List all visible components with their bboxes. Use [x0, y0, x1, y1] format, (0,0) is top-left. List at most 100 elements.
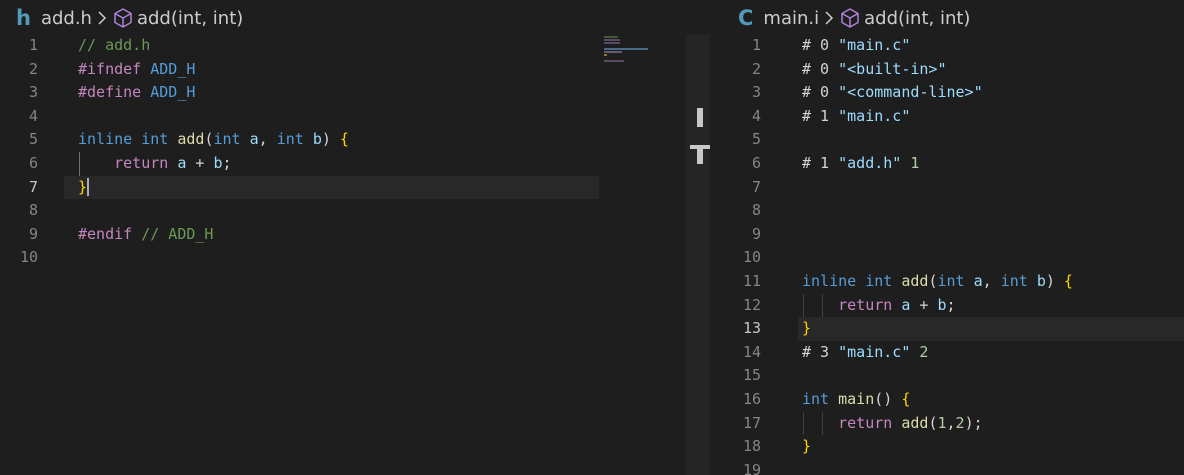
- code-token: # 0: [802, 36, 839, 54]
- code-token: ): [321, 130, 340, 149]
- code-line[interactable]: 4 # 1 "main.c": [710, 105, 1184, 129]
- current-line-highlight: [798, 317, 1184, 341]
- line-number: 9: [751, 224, 761, 243]
- line-number: 14: [742, 342, 761, 361]
- line-number: 19: [742, 460, 761, 475]
- breadcrumb: C main.i add(int, int): [738, 4, 970, 32]
- vertical-scrollbar[interactable]: [686, 34, 710, 475]
- current-line-highlight: [64, 175, 599, 200]
- code-token: +: [910, 295, 938, 314]
- code-token: # 0: [802, 83, 839, 102]
- code-token: "main.c": [838, 36, 911, 54]
- code-token: b: [312, 130, 322, 149]
- code-token: add: [901, 271, 929, 290]
- code-token: # 1: [802, 106, 839, 125]
- code-line[interactable]: 8: [0, 199, 710, 223]
- line-number: 13: [742, 319, 761, 338]
- code-line[interactable]: 9 #endif // ADD_H: [0, 223, 710, 247]
- code-line[interactable]: 17 return add(1,2);: [710, 411, 1184, 436]
- code-line[interactable]: 14 # 3 "main.c" 2: [710, 341, 1184, 365]
- code-token: 2: [955, 413, 965, 432]
- code-line[interactable]: 6 return a + b;: [0, 151, 710, 176]
- code-line[interactable]: 9: [710, 223, 1184, 247]
- line-number: 17: [742, 413, 761, 432]
- code-line[interactable]: 18}: [710, 435, 1184, 459]
- code-token: 1: [901, 153, 920, 172]
- code-line[interactable]: 19: [710, 459, 1184, 475]
- code-token: add: [901, 413, 929, 432]
- code-line[interactable]: 16 int main() {: [710, 388, 1184, 412]
- code-token: ,: [946, 413, 956, 432]
- code-text: # 0 "<command-line>": [802, 81, 983, 105]
- code-text: #endif // ADD_H: [78, 223, 213, 247]
- code-area-right[interactable]: 1 # 0 "main.c" 2 # 0 "<built-in>" 3 # 0 "<com…: [710, 34, 1184, 475]
- line-number: 18: [742, 437, 761, 456]
- code-line[interactable]: 3 # 0 "<command-line>": [710, 81, 1184, 105]
- code-text: # 0 "main.c": [802, 34, 910, 58]
- code-line[interactable]: 6 # 1 "add.h" 1: [710, 152, 1184, 176]
- code-line[interactable]: 15: [710, 364, 1184, 388]
- code-text: }: [802, 317, 811, 341]
- code-line[interactable]: 7}: [0, 175, 710, 200]
- code-token: "main.c": [838, 106, 911, 125]
- code-line[interactable]: 12 return a + b;: [710, 293, 1184, 318]
- line-number: 5: [28, 130, 38, 149]
- code-token: int: [1000, 271, 1028, 290]
- code-area-left[interactable]: 1 // add.h 2 #ifndef ADD_H 3 #define ADD_H 4 5 i…: [0, 34, 710, 270]
- code-line[interactable]: 5 inline int add(int a, int b) {: [0, 128, 710, 152]
- code-line[interactable]: 8: [710, 199, 1184, 223]
- minimap[interactable]: [604, 36, 648, 63]
- breadcrumb: h add.h add(int, int): [16, 4, 243, 32]
- code-token: }: [802, 437, 812, 456]
- code-line[interactable]: 4: [0, 105, 710, 129]
- code-line[interactable]: 1 # 0 "main.c": [710, 34, 1184, 58]
- code-line[interactable]: 3 #define ADD_H: [0, 81, 710, 105]
- line-number: 16: [742, 389, 761, 408]
- code-token: 2: [910, 342, 929, 361]
- line-number: 3: [28, 83, 38, 102]
- line-number: 4: [28, 106, 38, 125]
- code-line[interactable]: 7: [710, 176, 1184, 200]
- cube-icon: [839, 7, 861, 29]
- code-line[interactable]: 5: [710, 128, 1184, 152]
- code-text: return add(1,2);: [802, 412, 983, 436]
- code-text: #define ADD_H: [78, 81, 195, 105]
- code-token: 1: [937, 413, 947, 432]
- breadcrumb-symbol[interactable]: add(int, int): [137, 8, 243, 29]
- code-token: return: [114, 153, 169, 172]
- line-number: 8: [28, 201, 38, 220]
- code-token: ,: [258, 130, 277, 149]
- line-number: 2: [751, 59, 761, 78]
- code-token: #ifndef: [78, 59, 142, 78]
- line-number: 3: [751, 83, 761, 102]
- breadcrumb-file[interactable]: add.h: [41, 8, 92, 29]
- editor-pane-right: C main.i add(int, int) 1 # 0 "main.c" 2 # 0…: [710, 0, 1184, 475]
- code-line[interactable]: 10: [710, 246, 1184, 270]
- code-line[interactable]: 13}: [710, 317, 1184, 341]
- code-token: # 0: [802, 59, 839, 78]
- code-line[interactable]: 2 # 0 "<built-in>": [710, 58, 1184, 82]
- line-number: 10: [19, 248, 38, 267]
- scrollbar-marker: [697, 108, 703, 127]
- code-token: #endif: [78, 224, 133, 243]
- code-token: inline: [78, 130, 133, 149]
- code-text: # 0 "<built-in>": [802, 58, 947, 82]
- code-token: }: [802, 319, 812, 338]
- code-token: );: [964, 413, 983, 432]
- breadcrumb-symbol[interactable]: add(int, int): [864, 8, 970, 29]
- code-line[interactable]: 11 inline int add(int a, int b) {: [710, 270, 1184, 294]
- code-token: int: [802, 389, 830, 408]
- c-file-icon: C: [738, 6, 754, 30]
- breadcrumb-file[interactable]: main.i: [763, 8, 819, 29]
- code-line[interactable]: 10: [0, 246, 710, 270]
- code-text: #ifndef ADD_H: [78, 58, 195, 82]
